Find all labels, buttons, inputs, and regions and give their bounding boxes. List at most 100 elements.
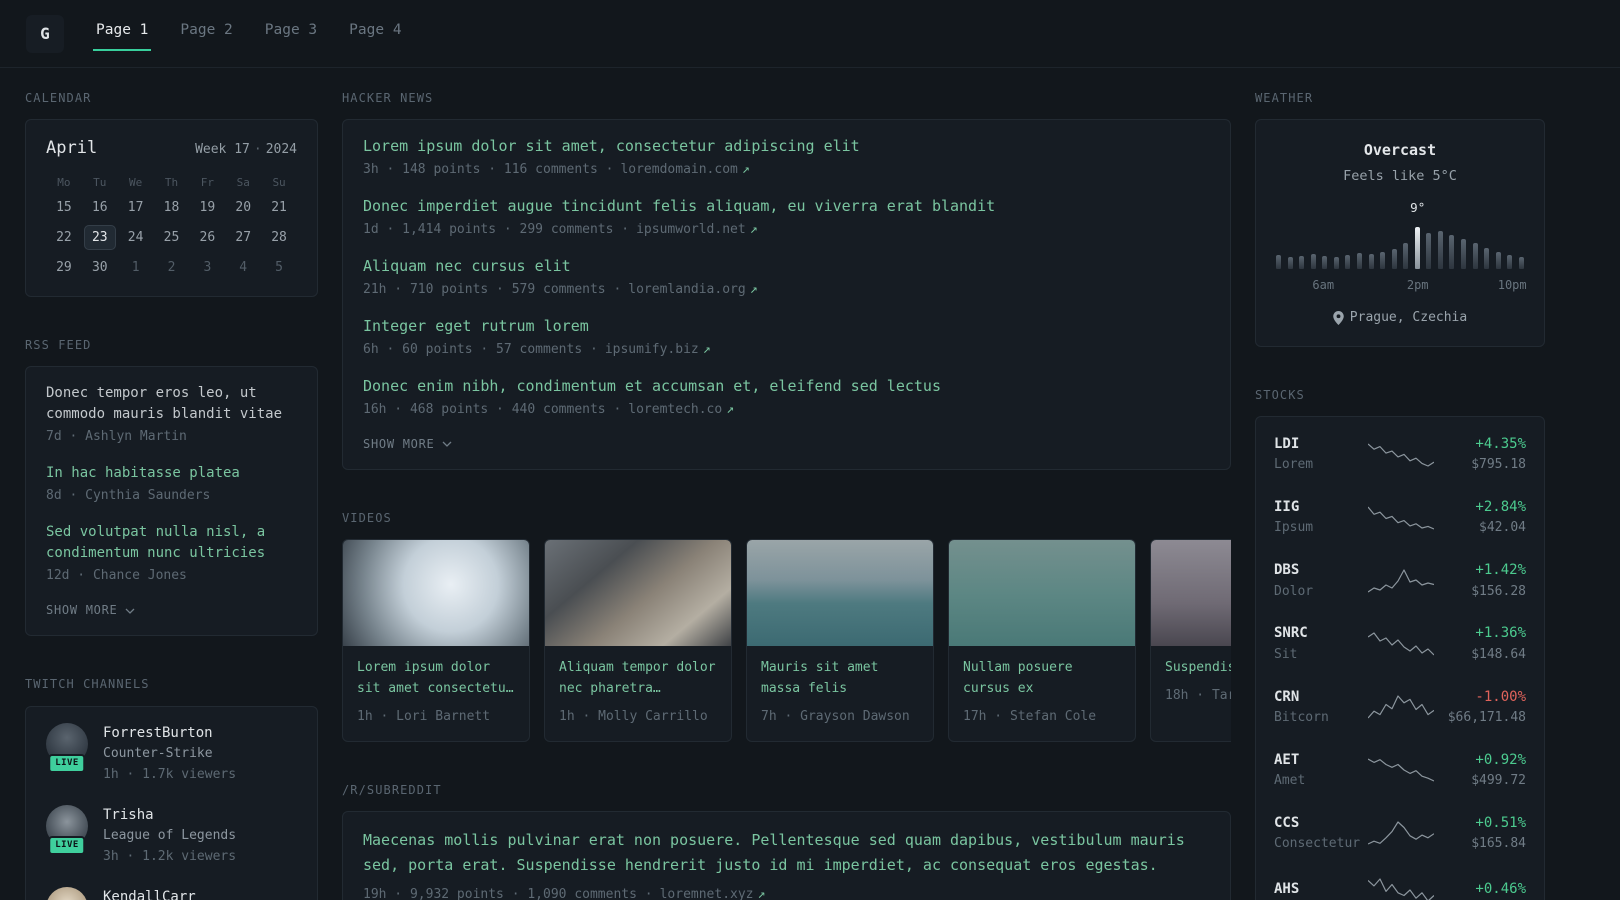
video-meta: 18h · Tara [1165, 688, 1231, 704]
weather-feels-like: Feels like 5°C [1343, 168, 1457, 185]
avatar-wrap: LIVE [46, 722, 88, 773]
stock-change: +0.51% [1475, 814, 1526, 831]
calendar-day: 19 [199, 199, 216, 215]
avatar-wrap: LIVE [46, 804, 88, 855]
hn-item-domain[interactable]: ipsumify.biz [605, 342, 699, 357]
hn-item-domain[interactable]: loremlandia.org [628, 282, 745, 297]
calendar-day: 1 [131, 259, 140, 275]
hn-item-title[interactable]: Integer eget rutrum lorem [363, 316, 1210, 337]
stock-values: -1.00% $66,171.48 [1444, 687, 1526, 728]
video-meta: 7h · Grayson Dawson [761, 708, 910, 724]
rss-item-title[interactable]: In hac habitasse platea [46, 463, 297, 484]
calendar-day: 29 [56, 259, 72, 275]
video-body: Nullam posuere cursus ex 17h · Stefan Co… [949, 646, 1135, 740]
twitch-channel[interactable]: KendallCarr [46, 886, 297, 900]
stock-row[interactable]: LDI Lorem +4.35% $795.18 [1274, 423, 1526, 486]
page-tab[interactable]: Page 1 [93, 16, 152, 51]
calendar-widget: April Week 17 · 2024 Mo Tu We Th Fr Sa Su 15 16 … [25, 119, 318, 297]
subreddit-post-stats: 19h · 9,932 points · 1,090 comments · [363, 886, 653, 900]
rss-item-title[interactable]: Donec tempor eros leo, ut commodo mauris… [46, 383, 297, 425]
video-thumbnail[interactable] [949, 540, 1135, 647]
stock-name: Consectetur [1274, 836, 1361, 852]
weather-bars [1276, 221, 1524, 269]
channel-info: KendallCarr [103, 887, 196, 900]
calendar-day: 2 [167, 259, 176, 275]
stock-symbol: AHS [1274, 880, 1300, 897]
calendar-day: 5 [275, 259, 283, 275]
stock-row[interactable]: AHS +0.46% [1274, 865, 1526, 900]
hn-item-domain[interactable]: ipsumworld.net [636, 222, 746, 237]
hn-item-domain[interactable]: loremdomain.com [620, 162, 737, 177]
calendar-week-year: Week 17 · 2024 [195, 141, 297, 160]
stocks-list: LDI Lorem +4.35% $795.18 IIG Ipsum +2.84… [1274, 423, 1526, 900]
subreddit-post-title[interactable]: Maecenas mollis pulvinar erat non posuer… [363, 828, 1210, 878]
stock-values: +1.42% $156.28 [1444, 560, 1526, 601]
stock-change: +1.42% [1475, 562, 1526, 579]
page-tab[interactable]: Page 4 [346, 16, 404, 50]
hn-item-title[interactable]: Aliquam nec cursus elit [363, 256, 1210, 277]
app-logo[interactable]: G [26, 14, 64, 53]
twitch-channel[interactable]: LIVE ForrestBurton Counter-Strike 1h · 1… [46, 722, 297, 785]
rss-show-more-button[interactable]: SHOW MORE [46, 602, 135, 619]
video-thumbnail[interactable] [545, 540, 731, 647]
video-title[interactable]: Suspendisse diam [1165, 658, 1231, 679]
video-thumbnail[interactable] [343, 540, 529, 647]
video-thumbnail[interactable] [1151, 540, 1231, 647]
hn-item: Lorem ipsum dolor sit amet, consectetur … [363, 136, 1210, 180]
weather-bar [1495, 251, 1501, 269]
video-title[interactable]: Mauris sit amet massa felis [761, 658, 919, 700]
hn-item-stats: 3h · 148 points · 116 comments · [363, 162, 614, 178]
video-title[interactable]: Nullam posuere cursus ex [963, 658, 1121, 700]
hn-show-more-button[interactable]: SHOW MORE [363, 436, 452, 453]
video-card[interactable]: Nullam posuere cursus ex 17h · Stefan Co… [948, 539, 1136, 742]
section-title-hacker-news: HACKER NEWS [342, 91, 434, 105]
stock-row[interactable]: IIG Ipsum +2.84% $42.04 [1274, 486, 1526, 549]
weather-bar [1472, 242, 1478, 269]
chevron-down-icon [442, 441, 451, 448]
hn-item-stats: 1d · 1,414 points · 299 comments · [363, 222, 630, 238]
page-tab[interactable]: Page 3 [262, 16, 320, 50]
video-card[interactable]: Lorem ipsum dolor sit amet consectetu… 1… [342, 539, 530, 742]
video-thumbnail[interactable] [747, 540, 933, 647]
weather-time-labels: 6am 2pm 10pm [1276, 277, 1526, 293]
hn-item-domain[interactable]: loremtech.co [628, 402, 722, 417]
avatar-wrap [46, 886, 88, 900]
stock-values: +0.46% [1444, 879, 1526, 900]
section-title-twitch: TWITCH CHANNELS [25, 677, 150, 692]
stock-change: +2.84% [1475, 499, 1526, 516]
weather-bar [1276, 254, 1281, 269]
rss-section: RSS FEED Donec tempor eros leo, ut commo… [25, 337, 318, 637]
weather-bar-current [1414, 226, 1420, 269]
hn-item-title[interactable]: Donec imperdiet augue tincidunt felis al… [363, 196, 1210, 217]
hn-item-title[interactable]: Donec enim nibh, condimentum et accumsan… [363, 376, 1210, 397]
twitch-channel-list: LIVE ForrestBurton Counter-Strike 1h · 1… [46, 722, 297, 900]
calendar-day-headers: Mo Tu We Th Fr Sa Su [46, 175, 297, 195]
rss-item-title[interactable]: Sed volutpat nulla nisl, a condimentum n… [46, 522, 297, 564]
weather-bar [1310, 253, 1316, 269]
video-card[interactable]: Aliquam tempor dolor nec pharetra… 1h · … [544, 539, 732, 742]
calendar-day: 21 [271, 199, 287, 215]
subreddit-post-domain[interactable]: loremnet.xyz [660, 887, 754, 900]
page-tab[interactable]: Page 2 [177, 16, 235, 50]
video-title[interactable]: Aliquam tempor dolor nec pharetra… [559, 658, 717, 700]
section-title-calendar: CALENDAR [25, 91, 92, 105]
video-card[interactable]: Suspendisse diam 18h · Tara [1150, 539, 1231, 742]
weather-bar [1345, 254, 1351, 269]
live-badge: LIVE [48, 835, 86, 855]
stock-row[interactable]: CRN Bitcorn -1.00% $66,171.48 [1274, 676, 1526, 739]
video-body: Suspendisse diam 18h · Tara [1151, 646, 1231, 720]
weather-location: Prague, Czechia [1349, 309, 1468, 325]
stock-row[interactable]: AET Amet +0.92% $499.72 [1274, 739, 1526, 802]
twitch-channel[interactable]: LIVE Trisha League of Legends 3h · 1.2k … [46, 804, 297, 867]
video-meta: 1h · Molly Carrillo [559, 708, 708, 724]
stock-row[interactable]: CCS Consectetur +0.51% $165.84 [1274, 802, 1526, 865]
stock-change: +1.36% [1475, 625, 1526, 642]
stock-name: Amet [1274, 772, 1306, 788]
video-card[interactable]: Mauris sit amet massa felis 7h · Grayson… [746, 539, 934, 742]
channel-name: ForrestBurton [103, 724, 213, 741]
stock-row[interactable]: SNRC Sit +1.36% $148.64 [1274, 612, 1526, 675]
stock-row[interactable]: DBS Dolor +1.42% $156.28 [1274, 549, 1526, 612]
calendar-day-header: Sa [236, 176, 250, 190]
hn-item-title[interactable]: Lorem ipsum dolor sit amet, consectetur … [363, 136, 1210, 157]
video-title[interactable]: Lorem ipsum dolor sit amet consectetu… [357, 658, 515, 700]
